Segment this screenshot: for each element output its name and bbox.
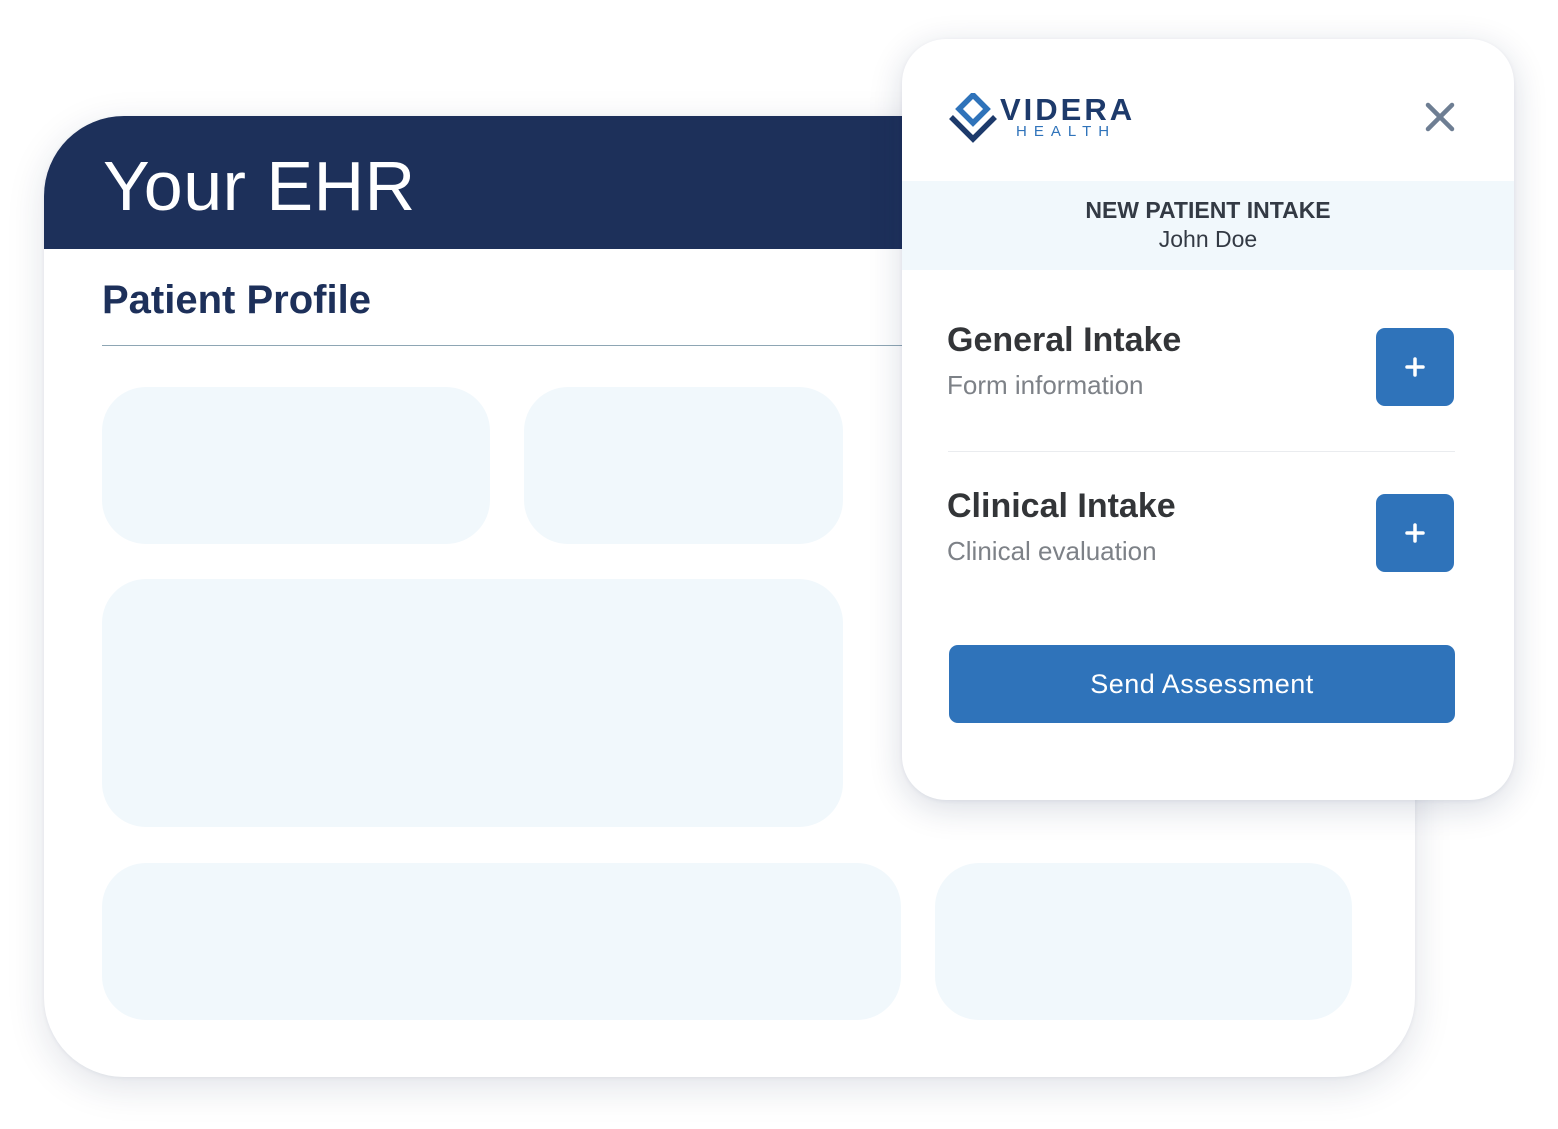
close-button[interactable] [1420,97,1460,137]
form-name: Clinical Intake [947,487,1176,525]
videra-diamond-logo-icon [949,93,997,143]
plus-icon [1405,523,1425,543]
videra-health-logo: VIDERA HEALTH [948,93,1138,145]
videra-intake-panel: VIDERA HEALTH NEW PATIENT INTAKE John Do… [902,39,1514,800]
profile-placeholder-card [524,387,843,544]
form-name: General Intake [947,321,1182,359]
form-item-general-intake: General Intake Form information [947,319,1456,419]
plus-icon [1405,357,1425,377]
brand-subtitle: HEALTH [1016,123,1117,140]
brand-name: VIDERA [1000,92,1136,127]
add-clinical-intake-button[interactable] [1376,494,1454,572]
intake-header: NEW PATIENT INTAKE John Doe [902,181,1514,270]
profile-placeholder-card [102,579,843,827]
profile-placeholder-card [102,863,901,1020]
patient-name: John Doe [1158,226,1258,252]
profile-placeholder-card [935,863,1352,1020]
ehr-title: Your EHR [103,147,416,225]
add-general-intake-button[interactable] [1376,328,1454,406]
patient-profile-title: Patient Profile [102,278,371,322]
close-icon [1425,102,1455,132]
profile-divider [102,345,932,346]
send-assessment-button[interactable]: Send Assessment [949,645,1455,723]
profile-placeholder-card [102,387,490,544]
form-item-clinical-intake: Clinical Intake Clinical evaluation [947,485,1456,585]
form-description: Clinical evaluation [947,536,1157,566]
form-divider [948,451,1455,452]
form-description: Form information [947,370,1144,400]
intake-title: NEW PATIENT INTAKE [1085,197,1331,223]
